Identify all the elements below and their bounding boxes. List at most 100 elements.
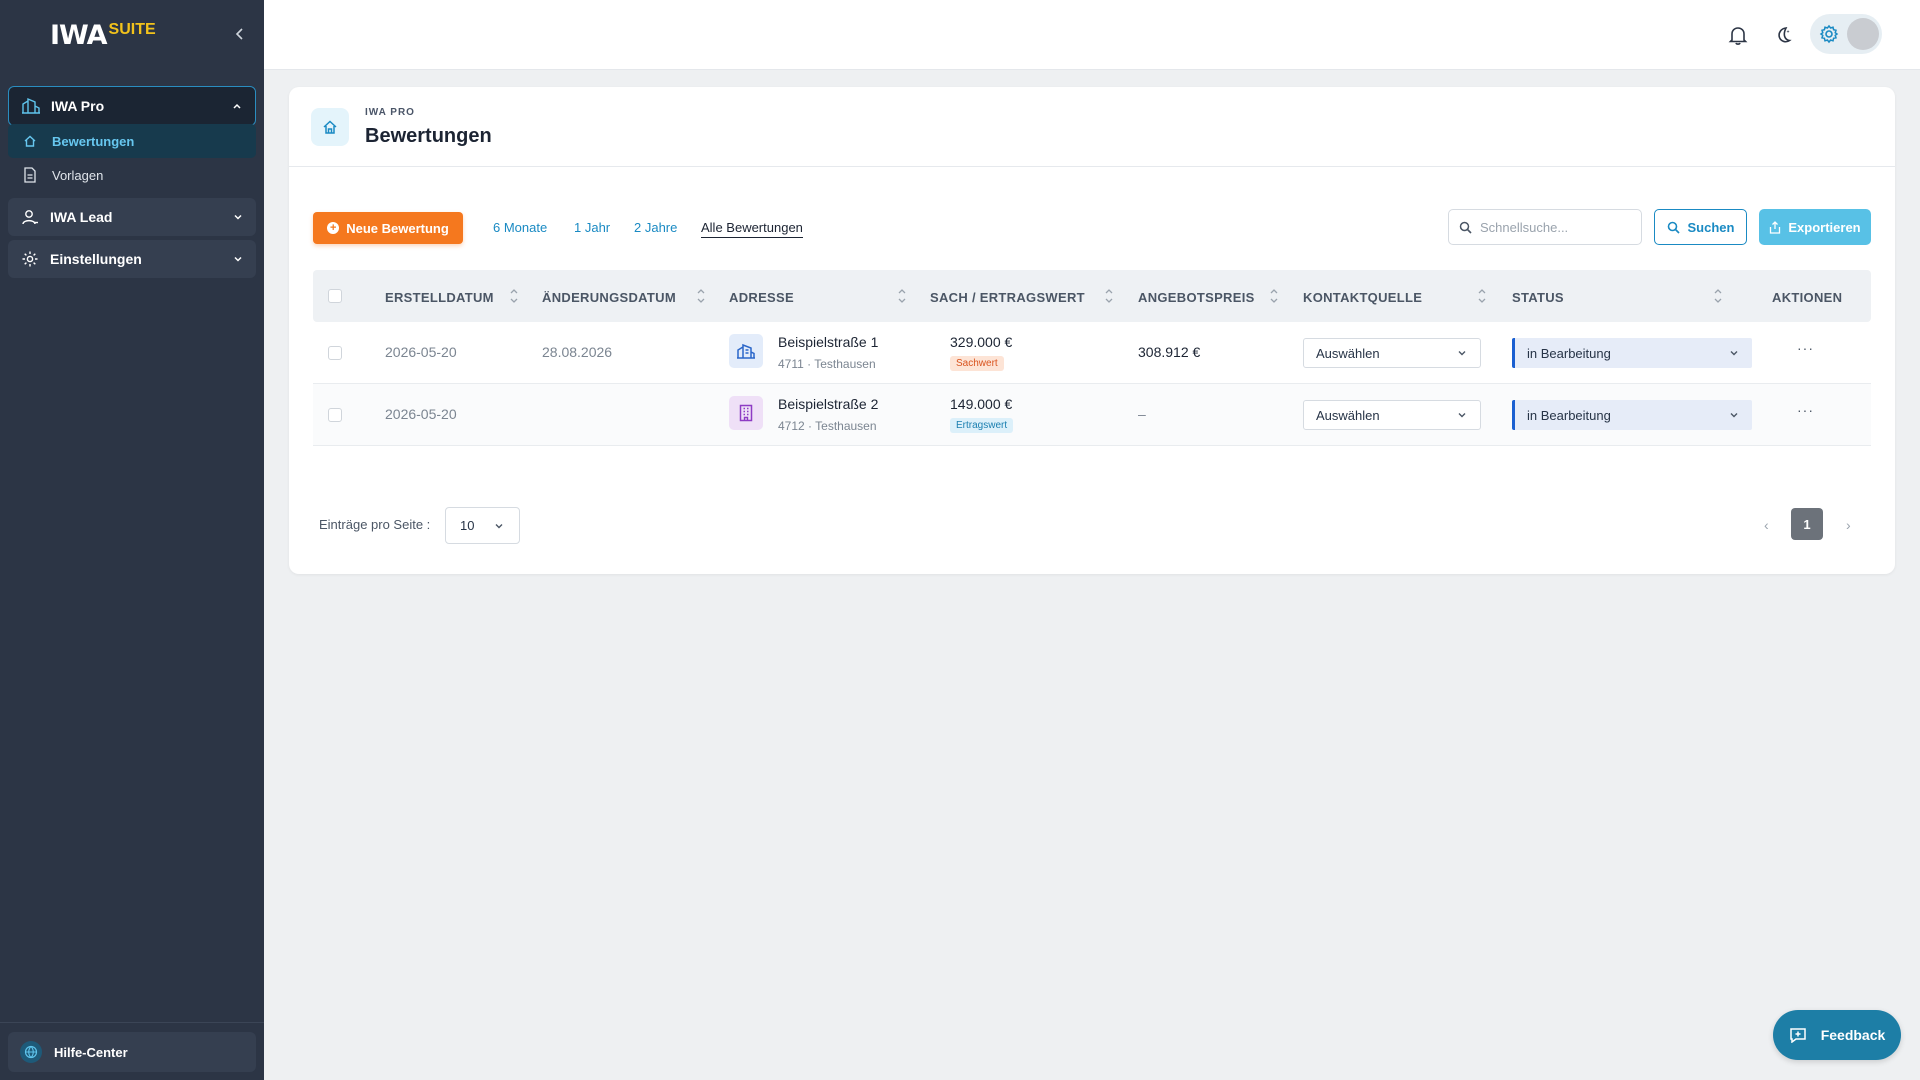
building-chart-icon xyxy=(21,96,41,116)
app-logo[interactable]: IWA SUITE xyxy=(50,22,156,50)
row-actions-menu[interactable]: ··· xyxy=(1797,340,1814,356)
sort-icon[interactable] xyxy=(897,285,907,307)
sort-icon[interactable] xyxy=(1713,285,1723,307)
home-icon xyxy=(311,108,349,146)
chevron-up-icon xyxy=(231,100,243,112)
sidebar-item-vorlagen[interactable]: Vorlagen xyxy=(8,158,256,192)
address-city: 4711 · Testhausen xyxy=(778,357,876,371)
page-title: Bewertungen xyxy=(365,125,492,147)
created-date: 2026-05-20 xyxy=(385,344,457,360)
value-type-badge: Sachwert xyxy=(950,356,1004,371)
search-icon xyxy=(1667,221,1680,234)
nav-group-iwa-pro-toggle[interactable]: IWA Pro xyxy=(9,87,255,125)
card-header: IWA PRO Bewertungen xyxy=(289,87,1895,167)
column-header-angebotspreis[interactable]: ANGEBOTSPREIS xyxy=(1138,290,1255,305)
contact-source-select[interactable]: Auswählen xyxy=(1303,400,1481,430)
chevron-down-icon xyxy=(493,520,505,532)
column-header-aenderungsdatum[interactable]: ÄNDERUNGSDATUM xyxy=(542,290,676,305)
filter-6-months[interactable]: 6 Monate xyxy=(493,220,547,235)
filter-1-year[interactable]: 1 Jahr xyxy=(574,220,610,235)
nav-group-einstellungen-toggle[interactable]: Einstellungen xyxy=(8,240,256,278)
chevron-down-icon xyxy=(1728,347,1740,359)
globe-icon xyxy=(20,1041,42,1063)
table-row[interactable]: 2026-05-20 Beispielstraße 2 4712 · Testh… xyxy=(313,384,1871,446)
sort-icon[interactable] xyxy=(696,285,706,307)
row-checkbox[interactable] xyxy=(328,408,342,422)
status-select[interactable]: in Bearbeitung xyxy=(1512,400,1752,430)
export-button-label: Exportieren xyxy=(1788,219,1861,235)
moon-icon[interactable] xyxy=(1772,24,1794,46)
gear-icon[interactable] xyxy=(1818,23,1840,45)
filter-all[interactable]: Alle Bewertungen xyxy=(701,220,803,238)
nav-group-label: IWA Pro xyxy=(51,98,105,114)
office-building-icon xyxy=(729,334,763,368)
home-icon xyxy=(20,131,40,151)
bell-icon[interactable] xyxy=(1727,24,1749,46)
sidebar-item-bewertungen[interactable]: Bewertungen xyxy=(8,124,256,158)
sort-icon[interactable] xyxy=(1477,285,1487,307)
new-assessment-label: Neue Bewertung xyxy=(346,220,449,236)
column-header-sach-ertragswert[interactable]: SACH / ERTRAGSWERT xyxy=(930,290,1085,305)
status-select[interactable]: in Bearbeitung xyxy=(1512,338,1752,368)
select-all-checkbox[interactable] xyxy=(328,289,342,303)
row-actions-menu[interactable]: ··· xyxy=(1797,402,1814,418)
search-button[interactable]: Suchen xyxy=(1654,209,1747,245)
filter-2-years[interactable]: 2 Jahre xyxy=(634,220,677,235)
search-button-label: Suchen xyxy=(1687,219,1735,235)
user-icon xyxy=(20,207,40,227)
chat-plus-icon xyxy=(1789,1028,1806,1043)
per-page-value: 10 xyxy=(460,518,475,533)
quick-search-field[interactable] xyxy=(1448,209,1642,245)
chevron-down-icon xyxy=(1456,409,1468,421)
column-header-kontaktquelle[interactable]: KONTAKTQUELLE xyxy=(1303,290,1422,305)
sidebar-item-label: Bewertungen xyxy=(52,133,135,149)
avatar[interactable] xyxy=(1847,18,1879,50)
contact-source-value: Auswählen xyxy=(1316,407,1380,423)
chevron-down-icon xyxy=(232,253,244,265)
feedback-button[interactable]: Feedback xyxy=(1773,1010,1901,1060)
sort-icon[interactable] xyxy=(1269,285,1279,307)
gear-icon xyxy=(20,249,40,269)
feedback-label: Feedback xyxy=(1820,1027,1886,1043)
collapse-sidebar-icon[interactable] xyxy=(232,26,248,42)
apartment-building-icon xyxy=(729,396,763,430)
sort-icon[interactable] xyxy=(509,285,519,307)
column-header-status[interactable]: STATUS xyxy=(1512,290,1564,305)
help-center-label: Hilfe-Center xyxy=(54,1044,128,1060)
nav-group-iwa-pro: IWA Pro xyxy=(8,86,256,126)
page-eyebrow: IWA PRO xyxy=(365,107,415,118)
nav-group-iwa-lead[interactable]: IWA Lead xyxy=(8,198,256,236)
property-value: 329.000 € xyxy=(950,334,1013,350)
contact-source-value: Auswählen xyxy=(1316,345,1380,361)
address-city: 4712 · Testhausen xyxy=(778,419,877,433)
next-page-button[interactable]: › xyxy=(1846,517,1851,533)
sort-icon[interactable] xyxy=(1104,285,1114,307)
per-page-select[interactable]: 10 xyxy=(445,507,520,544)
status-value: in Bearbeitung xyxy=(1527,407,1611,423)
column-header-erstelldatum[interactable]: ERSTELLDATUM xyxy=(385,290,494,305)
chevron-down-icon xyxy=(1728,409,1740,421)
export-button[interactable]: Exportieren xyxy=(1759,209,1871,245)
help-center-button[interactable]: Hilfe-Center xyxy=(8,1032,256,1072)
logo-main: IWA xyxy=(50,20,108,51)
prev-page-button[interactable]: ‹ xyxy=(1764,517,1769,533)
address-street[interactable]: Beispielstraße 1 xyxy=(778,334,878,350)
nav-group-iwa-lead-toggle[interactable]: IWA Lead xyxy=(8,198,256,236)
export-icon xyxy=(1770,220,1781,234)
offer-price: – xyxy=(1138,406,1146,422)
table-row[interactable]: 2026-05-20 28.08.2026 Beispielstraße 1 4… xyxy=(313,322,1871,384)
nav-group-einstellungen[interactable]: Einstellungen xyxy=(8,240,256,278)
page-number-button[interactable]: 1 xyxy=(1791,508,1823,540)
column-header-adresse[interactable]: ADRESSE xyxy=(729,290,794,305)
address-street[interactable]: Beispielstraße 2 xyxy=(778,396,878,412)
plus-circle-icon: + xyxy=(327,222,340,234)
row-checkbox[interactable] xyxy=(328,346,342,360)
per-page-label: Einträge pro Seite : xyxy=(319,517,431,532)
sidebar-item-label: Vorlagen xyxy=(52,167,104,183)
property-value: 149.000 € xyxy=(950,396,1013,412)
created-date: 2026-05-20 xyxy=(385,406,457,422)
contact-source-select[interactable]: Auswählen xyxy=(1303,338,1481,368)
quick-search-input[interactable] xyxy=(1480,219,1630,235)
nav-group-label: IWA Lead xyxy=(50,209,113,225)
new-assessment-button[interactable]: + Neue Bewertung xyxy=(313,212,463,244)
